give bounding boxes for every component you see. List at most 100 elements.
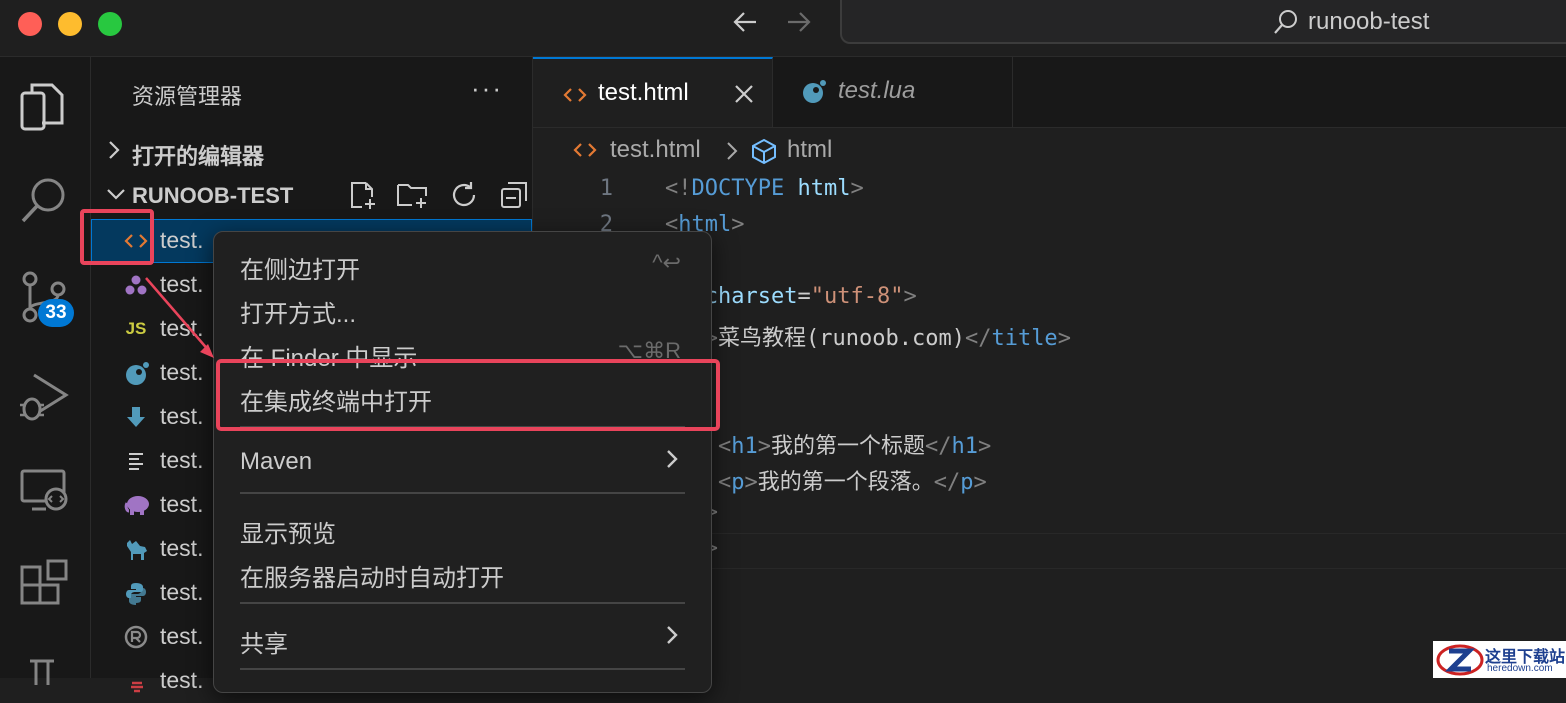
- download-icon: [124, 405, 148, 429]
- explorer-title: 资源管理器: [132, 84, 243, 109]
- file-name: test.: [160, 579, 204, 605]
- code-line: <h1>我的第一个标题</h1>: [665, 428, 991, 460]
- file-name: test.: [160, 491, 204, 517]
- code-token: p: [960, 470, 974, 495]
- code-token: title: [991, 326, 1058, 351]
- folder-actions: [346, 179, 530, 217]
- lua-icon: [801, 79, 827, 110]
- html-icon: [563, 83, 587, 112]
- menu-item-auto-open-on-server-start[interactable]: 在服务器启动时自动打开: [240, 558, 685, 593]
- tab-test-lua[interactable]: test.lua: [773, 57, 1013, 127]
- close-icon[interactable]: [733, 83, 755, 110]
- annotation-highlight-file-icon: [80, 209, 154, 265]
- file-name: test.: [160, 623, 204, 649]
- cube-icon: [750, 137, 778, 172]
- code-token: >: [731, 212, 745, 237]
- menu-item-show-preview[interactable]: 显示预览: [240, 514, 685, 549]
- menu-item-share[interactable]: 共享: [240, 624, 685, 659]
- code-token: <!: [665, 176, 692, 201]
- code-token: 我的第一个段落。: [757, 470, 934, 495]
- menu-separator: [240, 668, 685, 670]
- more-actions-button[interactable]: ···: [471, 73, 503, 104]
- chevron-right-icon: [665, 446, 679, 479]
- menu-separator: [240, 602, 685, 604]
- menu-item-maven[interactable]: Maven: [240, 448, 685, 476]
- menu-item-label: 在服务器启动时自动打开: [240, 565, 504, 592]
- command-center-search[interactable]: runoob-test: [840, 0, 1566, 44]
- code-token: charset: [704, 284, 798, 309]
- tab-label: test.html: [598, 79, 689, 106]
- php-elephant-icon: [124, 493, 149, 517]
- text-icon: [124, 449, 148, 473]
- search-icon[interactable]: [18, 173, 72, 232]
- code-token: 菜鸟教程(runoob.com): [718, 326, 965, 351]
- python-icon: [124, 581, 148, 605]
- menu-separator: [240, 492, 685, 494]
- context-menu: 在侧边打开 ^↩ 打开方式... 在 Finder 中显示 ⌥⌘R 在集成终端中…: [213, 231, 712, 693]
- chevron-down-icon: [105, 183, 127, 211]
- code-token: 我的第一个标题: [770, 434, 925, 459]
- minimize-window-button[interactable]: [58, 12, 82, 36]
- chevron-right-icon: [725, 140, 739, 169]
- code-token: DOCTYPE: [691, 176, 785, 201]
- code-token: <: [717, 470, 732, 495]
- folder-section[interactable]: RUNOOB-TEST: [91, 175, 532, 215]
- breadcrumb-symbol[interactable]: html: [787, 136, 832, 164]
- perl-camel-icon: [124, 537, 148, 561]
- refresh-icon[interactable]: [448, 182, 480, 216]
- menu-item-open-with[interactable]: 打开方式...: [240, 294, 685, 329]
- zoom-window-button[interactable]: [98, 12, 122, 36]
- run-debug-icon[interactable]: [18, 369, 72, 428]
- watermark-en: heredown.com: [1487, 663, 1553, 674]
- code-line: <p>我的第一个段落。</p>: [665, 464, 987, 496]
- menu-item-open-to-side[interactable]: 在侧边打开 ^↩: [240, 250, 685, 285]
- new-folder-icon[interactable]: [396, 184, 430, 216]
- code-token: "utf-8": [810, 284, 904, 309]
- code-token: h1: [951, 434, 979, 459]
- close-window-button[interactable]: [18, 12, 42, 36]
- watermark: 这里下载站 heredown.com: [1433, 641, 1566, 678]
- code-token: </: [933, 470, 961, 495]
- code-token: >: [1057, 326, 1071, 351]
- file-name: test.: [160, 447, 204, 473]
- folder-name: RUNOOB-TEST: [132, 183, 294, 208]
- activity-bar: 33: [0, 57, 91, 685]
- files-icon[interactable]: [18, 81, 68, 140]
- code-line: <!DOCTYPE html>: [665, 176, 864, 201]
- file-name: test.: [160, 667, 204, 693]
- menu-item-label: 共享: [240, 631, 288, 658]
- watermark-logo-icon: [1436, 644, 1484, 676]
- menu-item-label: 显示预览: [240, 521, 336, 548]
- file-name: test.: [160, 227, 204, 253]
- testing-icon[interactable]: [18, 655, 72, 690]
- breadcrumb-file[interactable]: test.html: [610, 136, 701, 164]
- extensions-icon[interactable]: [18, 559, 72, 618]
- chevron-right-icon: [665, 622, 679, 655]
- code-token: >: [978, 434, 992, 459]
- forward-arrow-icon[interactable]: [784, 8, 812, 42]
- code-token: </: [964, 326, 992, 351]
- line-number: 1: [599, 176, 613, 201]
- source-control-badge: 33: [38, 299, 74, 327]
- code-token: =: [797, 284, 811, 309]
- menu-item-label: Maven: [240, 448, 313, 475]
- command-center-text: runoob-test: [1308, 8, 1430, 35]
- annotation-arrow-icon: [145, 277, 214, 358]
- code-token: >: [757, 434, 771, 459]
- code-token: >: [973, 470, 987, 495]
- code-line: tle>菜鸟教程(runoob.com)</title>: [665, 320, 1071, 352]
- code-token: >: [850, 176, 864, 201]
- chevron-right-icon: [105, 139, 123, 167]
- code-token: p: [731, 470, 745, 495]
- tab-test-html[interactable]: test.html: [533, 57, 773, 127]
- code-token: <: [717, 434, 732, 459]
- tab-label: test.lua: [838, 77, 916, 104]
- annotation-highlight-menu-item: [216, 359, 720, 431]
- new-file-icon[interactable]: [346, 182, 378, 216]
- editor-tabs: test.html test.lua: [533, 57, 1566, 128]
- open-editors-section[interactable]: 打开的编辑器: [91, 131, 532, 171]
- collapse-all-icon[interactable]: [498, 182, 530, 216]
- back-arrow-icon[interactable]: [732, 8, 760, 42]
- remote-explorer-icon[interactable]: [18, 465, 72, 524]
